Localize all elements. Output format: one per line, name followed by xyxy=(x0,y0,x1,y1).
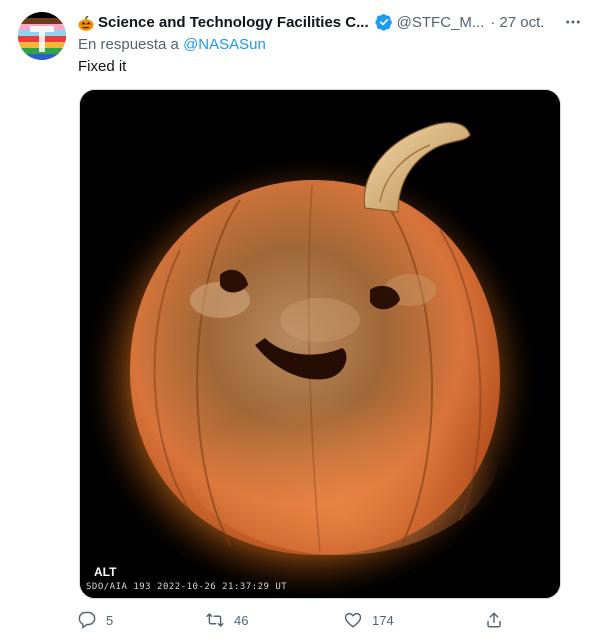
tweet-media-image[interactable]: ALT SDO/AIA 193 2022-10-26 21:37:29 UT xyxy=(79,89,561,599)
share-icon xyxy=(487,612,501,628)
tweet-header: Science and Technology Facilities C... @… xyxy=(78,12,544,32)
verified-badge-icon xyxy=(375,14,392,31)
reply-count: 5 xyxy=(106,612,114,628)
pumpkin-emoji-icon xyxy=(78,15,94,31)
author-handle[interactable]: @STFC_M... xyxy=(397,14,485,31)
reply-mention-link[interactable]: @NASASun xyxy=(183,36,266,53)
share-button[interactable] xyxy=(485,611,503,634)
author-name[interactable]: Science and Technology Facilities C... xyxy=(98,14,369,31)
image-caption-overlay: SDO/AIA 193 2022-10-26 21:37:29 UT xyxy=(86,582,288,592)
reply-context: En respuesta a @NASASun xyxy=(78,36,266,53)
tweet-actions: 5 46 174 xyxy=(78,611,508,633)
tweet-text: Fixed it xyxy=(78,58,127,75)
like-icon xyxy=(344,612,362,628)
retweet-count: 46 xyxy=(234,612,249,628)
reply-prefix: En respuesta a xyxy=(78,36,184,53)
more-icon xyxy=(566,20,580,24)
more-options-button[interactable] xyxy=(562,12,584,32)
like-count: 174 xyxy=(372,612,394,628)
avatar[interactable] xyxy=(18,12,66,60)
like-button[interactable]: 174 xyxy=(344,611,394,629)
reply-button[interactable]: 5 xyxy=(78,611,113,629)
separator-dot: · xyxy=(490,13,496,31)
alt-text-badge[interactable]: ALT xyxy=(90,564,121,580)
reply-icon xyxy=(78,611,96,629)
tweet-card[interactable]: Science and Technology Facilities C... @… xyxy=(0,0,591,641)
retweet-button[interactable]: 46 xyxy=(206,611,248,629)
retweet-icon xyxy=(206,613,224,627)
tweet-timestamp[interactable]: 27 oct. xyxy=(499,14,544,31)
